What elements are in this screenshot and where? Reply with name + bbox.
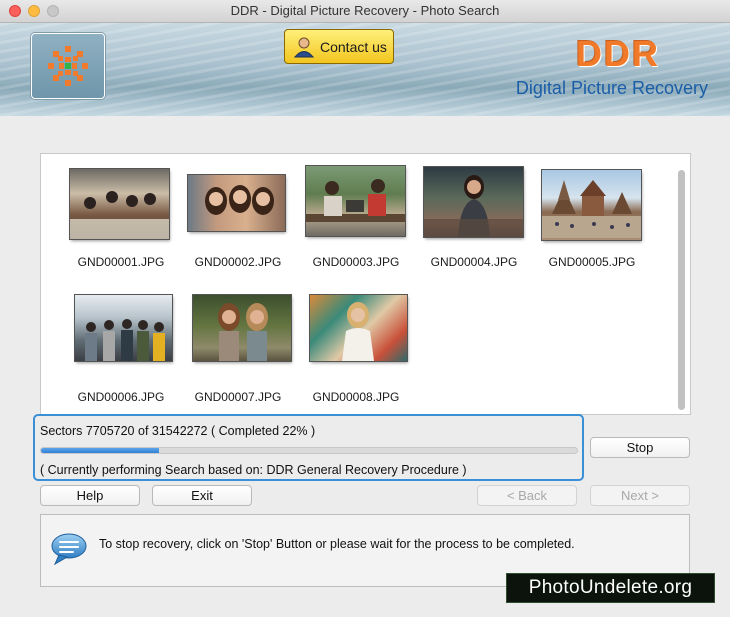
title-bar: DDR - Digital Picture Recovery - Photo S… <box>0 0 730 23</box>
photo-filename: GND00004.JPG <box>430 255 518 269</box>
stop-button[interactable]: Stop <box>590 437 690 458</box>
recovery-progress-panel: Sectors 7705720 of 31542272 ( Completed … <box>33 414 584 481</box>
photo-thumbnail[interactable] <box>188 175 285 231</box>
photo-thumbnail[interactable] <box>70 169 169 239</box>
header-banner: Contact us DDR Digital Picture Recovery <box>0 23 730 116</box>
photo-filename: GND00003.JPG <box>312 255 400 269</box>
brand-name: DDR <box>576 33 660 74</box>
contact-us-label: Contact us <box>320 39 387 55</box>
back-button[interactable]: < Back <box>477 485 577 506</box>
app-logo <box>31 33 105 99</box>
photo-filename: GND00007.JPG <box>194 390 282 404</box>
progress-bar-fill <box>41 448 159 453</box>
photo-thumbnail[interactable] <box>542 170 641 240</box>
user-icon <box>293 36 315 63</box>
logo-icon <box>48 46 88 86</box>
photo-thumbnail[interactable] <box>75 295 172 361</box>
photo-filename: GND00002.JPG <box>194 255 282 269</box>
procedure-status-text: ( Currently performing Search based on: … <box>40 463 467 477</box>
brand-subtitle: Digital Picture Recovery <box>515 78 708 98</box>
photo-filename: GND00001.JPG <box>77 255 165 269</box>
contact-us-button[interactable]: Contact us <box>284 29 394 64</box>
photo-thumbnail[interactable] <box>306 166 405 236</box>
watermark-badge: PhotoUndelete.org <box>506 573 715 603</box>
sectors-status-text: Sectors 7705720 of 31542272 ( Completed … <box>40 424 316 438</box>
info-message-text: To stop recovery, click on 'Stop' Button… <box>99 537 575 551</box>
window-title: DDR - Digital Picture Recovery - Photo S… <box>230 3 500 18</box>
photo-thumbnail[interactable] <box>193 295 291 361</box>
gallery-scrollbar[interactable] <box>678 170 685 410</box>
photo-filename: GND00006.JPG <box>77 390 165 404</box>
photo-thumbnail[interactable] <box>310 295 407 361</box>
photo-thumbnail[interactable] <box>424 167 523 237</box>
recovery-progress-bar <box>40 447 578 454</box>
photo-filename: GND00005.JPG <box>548 255 636 269</box>
next-button[interactable]: Next > <box>590 485 690 506</box>
photo-filename: GND00008.JPG <box>312 390 400 404</box>
exit-button[interactable]: Exit <box>152 485 252 506</box>
speech-bubble-icon <box>49 531 89 572</box>
help-button[interactable]: Help <box>40 485 140 506</box>
